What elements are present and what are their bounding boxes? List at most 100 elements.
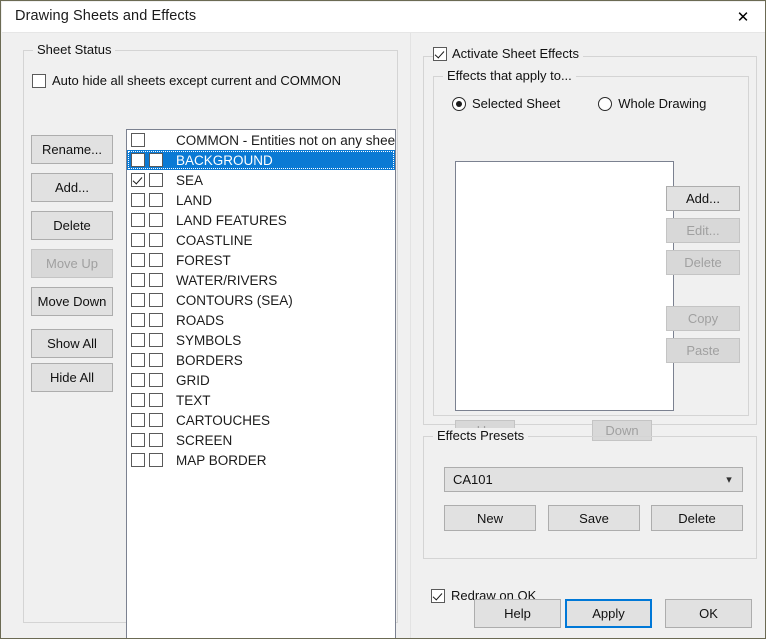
- sheet-list-item[interactable]: FOREST: [127, 250, 395, 270]
- dialog-help-button[interactable]: Help: [474, 599, 561, 628]
- dialog-apply-button[interactable]: Apply: [565, 599, 652, 628]
- sheet-list-item-label: LAND FEATURES: [176, 212, 287, 228]
- sheet-list-item-label: MAP BORDER: [176, 452, 267, 468]
- sheet-list-item-label: COASTLINE: [176, 232, 253, 248]
- sheet-lock-checkbox[interactable]: [149, 313, 163, 327]
- window-title: Drawing Sheets and Effects: [15, 8, 197, 24]
- close-icon[interactable]: ✕: [720, 2, 765, 32]
- sheet-list-item[interactable]: CONTOURS (SEA): [127, 290, 395, 310]
- sheet-list-item[interactable]: LAND: [127, 190, 395, 210]
- sheet-list-item-label: WATER/RIVERS: [176, 272, 278, 288]
- preset-save-button[interactable]: Save: [548, 505, 640, 531]
- move-down-button[interactable]: Move Down: [31, 287, 113, 316]
- effect-delete-button: Delete: [666, 250, 740, 275]
- sheet-lock-checkbox[interactable]: [149, 293, 163, 307]
- preset-select-value: CA101: [453, 472, 493, 487]
- sheet-list[interactable]: COMMON - Entities not on any sheet BACKGR…: [126, 129, 396, 638]
- sheet-lock-checkbox[interactable]: [149, 213, 163, 227]
- sheet-list-item[interactable]: BORDERS: [127, 350, 395, 370]
- sheet-visible-checkbox[interactable]: [131, 133, 145, 147]
- sheet-visible-checkbox[interactable]: [131, 353, 145, 367]
- auto-hide-checkbox[interactable]: Auto hide all sheets except current and …: [32, 73, 341, 88]
- sheet-list-item-label: SCREEN: [176, 432, 233, 448]
- activate-sheet-effects-checkbox[interactable]: Activate Sheet Effects: [433, 46, 583, 61]
- activate-sheet-effects-checkbox-box: [433, 46, 447, 61]
- radio-selected-sheet-dot: [452, 96, 466, 111]
- delete-button[interactable]: Delete: [31, 211, 113, 240]
- sheet-list-item[interactable]: SCREEN: [127, 430, 395, 450]
- sheet-visible-checkbox[interactable]: [131, 193, 145, 207]
- sheet-visible-checkbox[interactable]: [131, 413, 145, 427]
- effects-presets-group: Effects Presets CA101 ▾ New Save Delete: [423, 428, 757, 559]
- sheet-visible-checkbox[interactable]: [131, 433, 145, 447]
- chevron-down-icon: ▾: [726, 474, 732, 486]
- sheet-visible-checkbox[interactable]: [131, 333, 145, 347]
- sheet-visible-checkbox[interactable]: [131, 233, 145, 247]
- sheet-lock-checkbox[interactable]: [149, 153, 163, 167]
- sheet-list-item[interactable]: MAP BORDER: [127, 450, 395, 470]
- sheet-lock-checkbox[interactable]: [149, 353, 163, 367]
- sheet-list-item[interactable]: TEXT: [127, 390, 395, 410]
- sheet-lock-checkbox[interactable]: [149, 373, 163, 387]
- sheet-visible-checkbox[interactable]: [131, 213, 145, 227]
- sheet-visible-checkbox[interactable]: [131, 393, 145, 407]
- effect-add-button[interactable]: Add...: [666, 186, 740, 211]
- sheet-lock-checkbox[interactable]: [149, 393, 163, 407]
- sheet-list-item-label: FOREST: [176, 252, 231, 268]
- dialog-ok-button[interactable]: OK: [665, 599, 752, 628]
- effects-list[interactable]: [455, 161, 674, 411]
- show-all-button[interactable]: Show All: [31, 329, 113, 358]
- sheet-list-item-label: CONTOURS (SEA): [176, 292, 293, 308]
- sheet-list-item[interactable]: WATER/RIVERS: [127, 270, 395, 290]
- sheet-visible-checkbox[interactable]: [131, 453, 145, 467]
- sheet-list-item[interactable]: SYMBOLS: [127, 330, 395, 350]
- sheet-lock-checkbox[interactable]: [149, 273, 163, 287]
- sheet-list-item-label: SYMBOLS: [176, 332, 242, 348]
- move-up-button: Move Up: [31, 249, 113, 278]
- close-glyph: ✕: [736, 8, 750, 26]
- effect-copy-button: Copy: [666, 306, 740, 331]
- sheet-list-item[interactable]: COMMON - Entities not on any sheet: [127, 130, 395, 150]
- sheet-list-item[interactable]: COASTLINE: [127, 230, 395, 250]
- add-button[interactable]: Add...: [31, 173, 113, 202]
- radio-whole-drawing-dot: [598, 96, 613, 111]
- radio-selected-sheet[interactable]: Selected Sheet: [452, 96, 560, 111]
- sheet-list-item[interactable]: GRID: [127, 370, 395, 390]
- preset-new-button[interactable]: New: [444, 505, 536, 531]
- sheet-visible-checkbox[interactable]: [131, 313, 145, 327]
- sheet-list-item[interactable]: LAND FEATURES: [127, 210, 395, 230]
- drawing-sheets-effects-dialog: Drawing Sheets and Effects ✕ Sheet Statu…: [0, 0, 766, 639]
- sheet-visible-checkbox[interactable]: [131, 153, 145, 167]
- sheet-visible-checkbox[interactable]: [131, 373, 145, 387]
- title-bar: Drawing Sheets and Effects ✕: [2, 2, 765, 33]
- sheet-lock-checkbox[interactable]: [149, 253, 163, 267]
- sheet-lock-checkbox[interactable]: [149, 193, 163, 207]
- radio-whole-drawing-label: Whole Drawing: [618, 96, 707, 111]
- sheet-visible-checkbox[interactable]: [131, 293, 145, 307]
- sheet-lock-checkbox[interactable]: [149, 333, 163, 347]
- sheet-lock-checkbox[interactable]: [149, 413, 163, 427]
- sheet-visible-checkbox[interactable]: [131, 273, 145, 287]
- effects-apply-to-group-title: Effects that apply to...: [443, 68, 576, 83]
- activate-sheet-effects-label: Activate Sheet Effects: [452, 46, 579, 61]
- sheet-list-item[interactable]: ROADS: [127, 310, 395, 330]
- effects-scope-radio-group: Selected Sheet Whole Drawing: [452, 96, 706, 111]
- preset-select[interactable]: CA101 ▾: [444, 467, 743, 492]
- sheet-visible-checkbox[interactable]: [131, 173, 145, 187]
- sheet-lock-checkbox[interactable]: [149, 173, 163, 187]
- rename-button[interactable]: Rename...: [31, 135, 113, 164]
- sheet-visible-checkbox[interactable]: [131, 253, 145, 267]
- sheet-lock-checkbox[interactable]: [149, 433, 163, 447]
- sheet-list-item[interactable]: BACKGROUND: [127, 150, 395, 170]
- sheet-lock-checkbox[interactable]: [149, 233, 163, 247]
- effects-presets-group-title: Effects Presets: [433, 428, 529, 443]
- sheet-lock-checkbox[interactable]: [149, 453, 163, 467]
- radio-whole-drawing[interactable]: Whole Drawing: [598, 96, 706, 111]
- preset-delete-button[interactable]: Delete: [651, 505, 743, 531]
- sheet-list-item[interactable]: CARTOUCHES: [127, 410, 395, 430]
- auto-hide-checkbox-box: [32, 73, 46, 88]
- effects-apply-to-group: Effects that apply to... Selected Sheet …: [433, 68, 749, 441]
- hide-all-button[interactable]: Hide All: [31, 363, 113, 392]
- sheet-list-item[interactable]: SEA: [127, 170, 395, 190]
- activate-sheet-effects-group: Activate Sheet Effects Effects that appl…: [423, 46, 757, 441]
